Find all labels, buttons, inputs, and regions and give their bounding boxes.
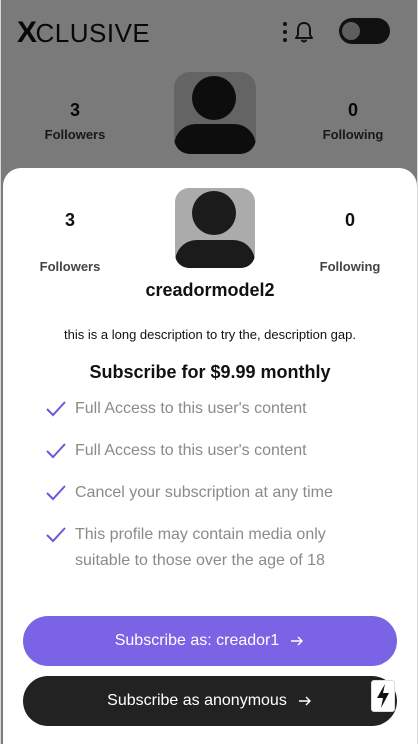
check-icon bbox=[46, 485, 66, 501]
feature-text: Full Access to this user's content bbox=[75, 400, 307, 417]
subscribe-modal: 3 Followers 0 Following creadormodel2 th… bbox=[3, 168, 417, 744]
check-icon bbox=[46, 527, 66, 543]
modal-following-label: Following bbox=[319, 259, 381, 274]
feature-item: Cancel your subscription at any time bbox=[43, 480, 383, 506]
arrow-right-icon bbox=[291, 636, 304, 646]
app-frame: XCLUSIVE 3 Followers 0 Following bbox=[0, 0, 418, 744]
username: creadormodel2 bbox=[145, 280, 275, 300]
check-icon bbox=[46, 443, 66, 459]
modal-followers-count: 3 bbox=[64, 210, 75, 230]
subscribe-as-user-button[interactable]: Subscribe as: creador1 bbox=[23, 616, 397, 666]
feature-item: This profile may contain media only suit… bbox=[43, 522, 383, 574]
feature-item: Full Access to this user's content bbox=[43, 438, 383, 464]
subscribe-anonymous-label: Subscribe as anonymous bbox=[107, 692, 287, 709]
feature-text: Full Access to this user's content bbox=[75, 442, 307, 459]
modal-followers-stat: 3 Followers bbox=[15, 210, 125, 274]
arrow-right-icon bbox=[298, 696, 311, 706]
modal-avatar bbox=[175, 188, 255, 268]
feature-text: Cancel your subscription at any time bbox=[75, 484, 333, 501]
modal-following-stat: 0 Following bbox=[295, 210, 405, 274]
feature-list: Full Access to this user's content Full … bbox=[43, 396, 383, 590]
subscribe-as-user-label: Subscribe as: creador1 bbox=[114, 632, 280, 649]
modal-followers-label: Followers bbox=[39, 259, 101, 274]
subscribe-anonymous-button[interactable]: Subscribe as anonymous bbox=[23, 676, 397, 726]
subscribe-title: Subscribe for $9.99 monthly bbox=[89, 362, 331, 382]
check-icon bbox=[46, 401, 66, 417]
modal-following-count: 0 bbox=[344, 210, 355, 230]
feature-text: This profile may contain media only suit… bbox=[75, 526, 326, 569]
bolt-icon[interactable] bbox=[371, 680, 395, 712]
feature-item: Full Access to this user's content bbox=[43, 396, 383, 422]
profile-description: this is a long description to try the, d… bbox=[64, 327, 356, 342]
